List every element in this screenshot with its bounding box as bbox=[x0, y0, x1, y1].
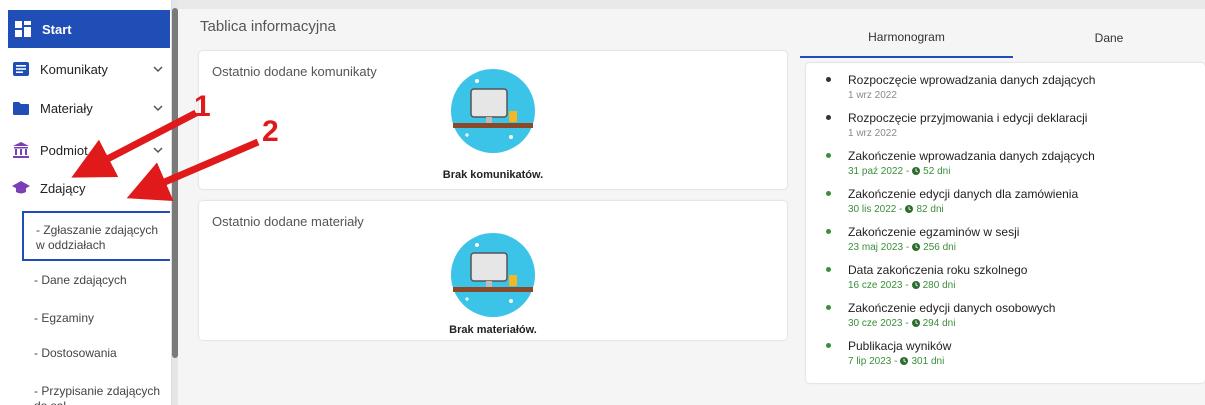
timeline-item-date: 1 wrz 2022 bbox=[848, 128, 897, 139]
clock-icon bbox=[912, 167, 921, 175]
timeline-item-name: Rozpoczęcie wprowadzania danych zdającyc… bbox=[848, 73, 1096, 87]
subnav-przypisanie-label: - Przypisanie zdających do sal bbox=[34, 384, 161, 405]
tabs: Harmonogram Dane bbox=[800, 18, 1205, 58]
graduation-cap-icon bbox=[12, 180, 30, 196]
timeline-item-meta: 30 cze 2023 - 294 dni bbox=[848, 318, 955, 329]
subnav-egzaminy-label: - Egzaminy bbox=[34, 311, 95, 325]
timeline-item-date: 7 lip 2023 - bbox=[848, 356, 898, 367]
timeline-bullet bbox=[826, 77, 831, 82]
nav-podmiot[interactable]: Podmiot bbox=[0, 131, 170, 169]
timeline-item-days: 301 dni bbox=[911, 356, 945, 367]
timeline-item-name: Publikacja wyników bbox=[848, 339, 952, 353]
clock-icon bbox=[911, 319, 920, 327]
timeline-bullet bbox=[826, 153, 831, 158]
nav-materialy-label: Materiały bbox=[40, 100, 93, 116]
timeline-item-name: Rozpoczęcie przyjmowania i edycji deklar… bbox=[848, 111, 1088, 125]
folder-icon bbox=[12, 100, 30, 116]
timeline-item-meta: 7 lip 2023 - 301 dni bbox=[848, 356, 944, 367]
message-icon bbox=[12, 61, 30, 77]
subnav-dostosowania[interactable]: - Dostosowania bbox=[22, 346, 170, 361]
tab-dane-label: Dane bbox=[1094, 31, 1124, 45]
empty-desk-illustration bbox=[451, 233, 535, 317]
sidebar: Start Komunikaty Materiały Podmiot Zdają… bbox=[0, 0, 172, 405]
timeline-bullet bbox=[826, 115, 831, 120]
timeline-panel: Rozpoczęcie wprowadzania danych zdającyc… bbox=[806, 63, 1205, 383]
subnav-dostosowania-label: - Dostosowania bbox=[34, 346, 117, 360]
timeline-item-days: 82 dni bbox=[916, 204, 944, 215]
nav-zdajacy-label: Zdający bbox=[40, 180, 86, 196]
annotation-label-one: 1 bbox=[194, 90, 211, 123]
timeline-item-name: Zakończenie edycji danych osobowych bbox=[848, 301, 1056, 315]
materialy-card: Ostatnio dodane materiały Brak materiałó… bbox=[199, 201, 787, 340]
timeline-item-days: 52 dni bbox=[923, 166, 951, 177]
komunikaty-card: Ostatnio dodane komunikaty Brak komunika… bbox=[199, 51, 787, 189]
chevron-down-icon[interactable] bbox=[152, 102, 164, 114]
timeline-bullet bbox=[826, 191, 831, 196]
clock-icon bbox=[900, 357, 909, 365]
institution-icon bbox=[12, 142, 30, 158]
timeline-item-meta: 16 cze 2023 - 280 dni bbox=[848, 280, 955, 291]
timeline-item-date: 31 paź 2022 - bbox=[848, 166, 910, 177]
chevron-down-icon[interactable] bbox=[152, 144, 164, 156]
timeline-item-name: Zakończenie edycji danych dla zamówienia bbox=[848, 187, 1079, 201]
timeline-item-date: 30 cze 2023 - bbox=[848, 318, 909, 329]
nav-podmiot-label: Podmiot bbox=[40, 142, 88, 158]
timeline-bullet bbox=[826, 229, 831, 234]
subnav-dane-label: - Dane zdających bbox=[34, 273, 127, 287]
timeline-item-date: 1 wrz 2022 bbox=[848, 90, 897, 101]
clock-icon bbox=[911, 281, 920, 289]
scrollbar-thumb[interactable] bbox=[172, 8, 178, 358]
tab-harmonogram-label: Harmonogram bbox=[868, 30, 945, 44]
subnav-egzaminy[interactable]: - Egzaminy bbox=[22, 311, 170, 326]
tab-harmonogram[interactable]: Harmonogram bbox=[800, 18, 1013, 58]
timeline-item-date: 16 cze 2023 - bbox=[848, 280, 909, 291]
subnav-zglaszanie-label: - Zgłaszanie zdających w oddziałach bbox=[36, 223, 159, 252]
timeline-bullet bbox=[826, 343, 831, 348]
timeline-item-name: Data zakończenia roku szkolnego bbox=[848, 263, 1028, 277]
nav-materialy[interactable]: Materiały bbox=[0, 89, 170, 127]
nav-start[interactable]: Start bbox=[8, 10, 170, 48]
empty-desk-illustration bbox=[451, 69, 535, 153]
top-bar bbox=[178, 0, 1205, 9]
timeline-item-days: 256 dni bbox=[923, 242, 956, 253]
sidebar-scrollbar[interactable] bbox=[172, 0, 178, 405]
subnav-przypisanie[interactable]: - Przypisanie zdających do sal bbox=[22, 384, 170, 405]
nav-start-label: Start bbox=[42, 21, 72, 37]
timeline-item-date: 30 lis 2022 - bbox=[848, 204, 903, 215]
timeline-bullet bbox=[826, 267, 831, 272]
materialy-empty-message: Brak materiałów. bbox=[449, 324, 537, 336]
timeline-item-name: Zakończenie wprowadzania danych zdającyc… bbox=[848, 149, 1095, 163]
timeline-item-days: 294 dni bbox=[922, 318, 956, 329]
dashboard-icon bbox=[14, 21, 32, 37]
subnav-zglaszanie[interactable]: - Zgłaszanie zdających w oddziałach bbox=[22, 211, 170, 261]
timeline-item-name: Zakończenie egzaminów w sesji bbox=[848, 225, 1020, 239]
nav-zdajacy[interactable]: Zdający bbox=[0, 169, 170, 207]
annotation-label-two: 2 bbox=[262, 115, 279, 148]
tab-dane[interactable]: Dane bbox=[1013, 18, 1205, 58]
timeline-item-days: 280 dni bbox=[922, 280, 956, 291]
materialy-card-title: Ostatnio dodane materiały bbox=[212, 214, 364, 229]
chevron-down-icon[interactable] bbox=[152, 63, 164, 75]
page-title: Tablica informacyjna bbox=[200, 18, 336, 35]
timeline-item-meta: 31 paź 2022 - 52 dni bbox=[848, 166, 950, 177]
timeline-item-meta: 30 lis 2022 - 82 dni bbox=[848, 204, 944, 215]
timeline-item-meta: 23 maj 2023 - 256 dni bbox=[848, 242, 956, 253]
subnav-dane-zdajacych[interactable]: - Dane zdających bbox=[22, 273, 170, 288]
timeline-item-date: 23 maj 2023 - bbox=[848, 242, 910, 253]
komunikaty-card-title: Ostatnio dodane komunikaty bbox=[212, 64, 377, 79]
clock-icon bbox=[905, 205, 914, 213]
timeline-item-meta: 1 wrz 2022 bbox=[848, 90, 897, 101]
nav-komunikaty-label: Komunikaty bbox=[40, 61, 108, 77]
clock-icon bbox=[912, 243, 921, 251]
nav-komunikaty[interactable]: Komunikaty bbox=[0, 50, 170, 88]
komunikaty-empty-message: Brak komunikatów. bbox=[442, 169, 544, 181]
timeline-item-meta: 1 wrz 2022 bbox=[848, 128, 897, 139]
timeline-bullet bbox=[826, 305, 831, 310]
